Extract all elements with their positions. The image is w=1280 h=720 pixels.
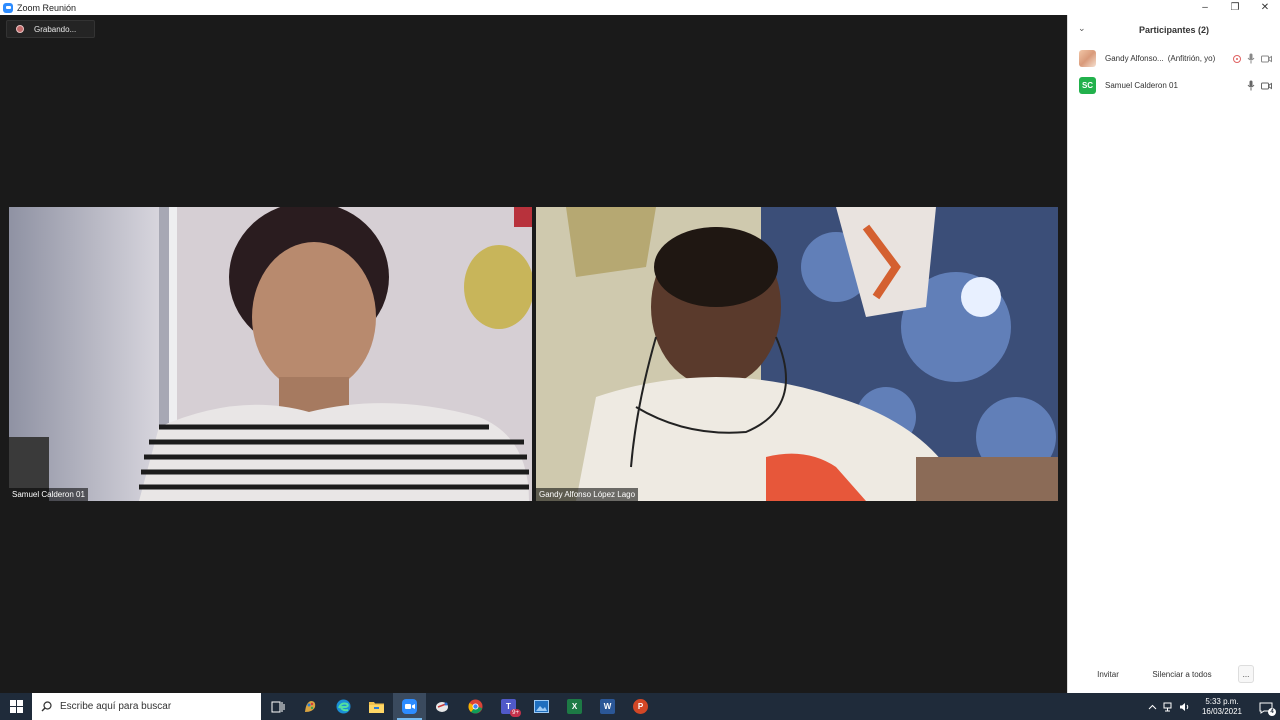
participant-name: Samuel Calderon 01 [1105,81,1178,90]
microphone-icon[interactable] [1247,80,1255,91]
participant-status-icons [1233,53,1272,64]
video-feed-samuel [9,207,532,501]
panel-footer: Invitar Silenciar a todos ... [1068,665,1280,685]
more-options-button[interactable]: ... [1238,665,1254,683]
chrome-icon[interactable] [459,693,492,720]
avatar [1079,50,1096,67]
video-camera-icon[interactable] [1261,55,1272,63]
paint-app-icon[interactable] [294,693,327,720]
zoom-icon[interactable] [393,693,426,720]
snipping-icon[interactable] [426,693,459,720]
taskbar-search-box[interactable]: Escribe aquí para buscar [32,693,261,720]
video-camera-icon[interactable] [1261,82,1272,90]
notification-count: 4 [1268,707,1276,716]
recording-status-icon [1233,54,1241,63]
recording-dot-icon [16,25,24,33]
meeting-view: Grabando... Samuel Calderon 01 Gandy Alf… [0,15,1067,693]
participant-row[interactable]: Gandy Alfonso... (Anfitrión, yo) [1068,45,1280,72]
tile-name-label: Gandy Alfonso López Lago [536,488,639,501]
video-feed-gandy [536,207,1058,501]
system-tray: 5:33 p.m. 16/03/2021 4 [1144,693,1280,720]
start-button[interactable] [0,693,32,720]
task-view-icon[interactable] [261,693,294,720]
panel-title: Participantes (2) [1138,25,1210,35]
search-icon [40,701,52,713]
mute-all-button[interactable]: Silenciar a todos [1148,665,1216,683]
chevron-up-icon[interactable] [1144,693,1160,720]
recording-label: Grabando... [34,24,77,34]
title-bar: Zoom Reunión – ❐ ✕ [0,0,1280,15]
participant-name: Gandy Alfonso... [1105,54,1164,63]
participant-row[interactable]: SC Samuel Calderon 01 [1068,72,1280,99]
network-icon[interactable] [1160,693,1176,720]
clock-time: 5:33 p.m. [1205,696,1239,706]
microphone-icon[interactable] [1247,53,1255,64]
zoom-app-icon [3,2,13,13]
tile-name-label: Samuel Calderon 01 [9,488,88,501]
participants-panel: ⌄ Participantes (2) Gandy Alfonso... (An… [1067,15,1280,693]
windows-taskbar: Escribe aquí para buscar T 9+ X W P 5:33… [0,693,1280,720]
participant-status-icons [1247,80,1272,91]
teams-icon[interactable]: T 9+ [492,693,525,720]
minimize-button[interactable]: – [1190,0,1220,15]
chevron-down-icon[interactable]: ⌄ [1078,23,1086,34]
windows-logo-icon [9,700,23,713]
edge-icon[interactable] [327,693,360,720]
word-icon[interactable]: W [591,693,624,720]
video-tile[interactable]: Samuel Calderon 01 [9,207,532,501]
video-tile[interactable]: Gandy Alfonso López Lago [536,207,1058,501]
notification-center-icon[interactable]: 4 [1252,693,1280,720]
taskbar-apps: T 9+ X W P [261,693,657,720]
file-explorer-icon[interactable] [360,693,393,720]
recording-indicator[interactable]: Grabando... [6,20,95,38]
participant-role: (Anfitrión, yo) [1167,54,1216,63]
invite-button[interactable]: Invitar [1095,665,1121,683]
volume-icon[interactable] [1176,693,1192,720]
photos-icon[interactable] [525,693,558,720]
panel-header: ⌄ Participantes (2) [1068,15,1280,45]
avatar: SC [1079,77,1096,94]
close-button[interactable]: ✕ [1250,0,1280,15]
taskbar-clock[interactable]: 5:33 p.m. 16/03/2021 [1192,697,1252,717]
window-controls: – ❐ ✕ [1190,0,1280,15]
teams-badge: 9+ [510,709,521,717]
window-title: Zoom Reunión [17,2,77,13]
search-placeholder: Escribe aquí para buscar [60,701,172,712]
powerpoint-icon[interactable]: P [624,693,657,720]
clock-date: 16/03/2021 [1201,706,1243,716]
restore-button[interactable]: ❐ [1220,0,1250,15]
excel-icon[interactable]: X [558,693,591,720]
